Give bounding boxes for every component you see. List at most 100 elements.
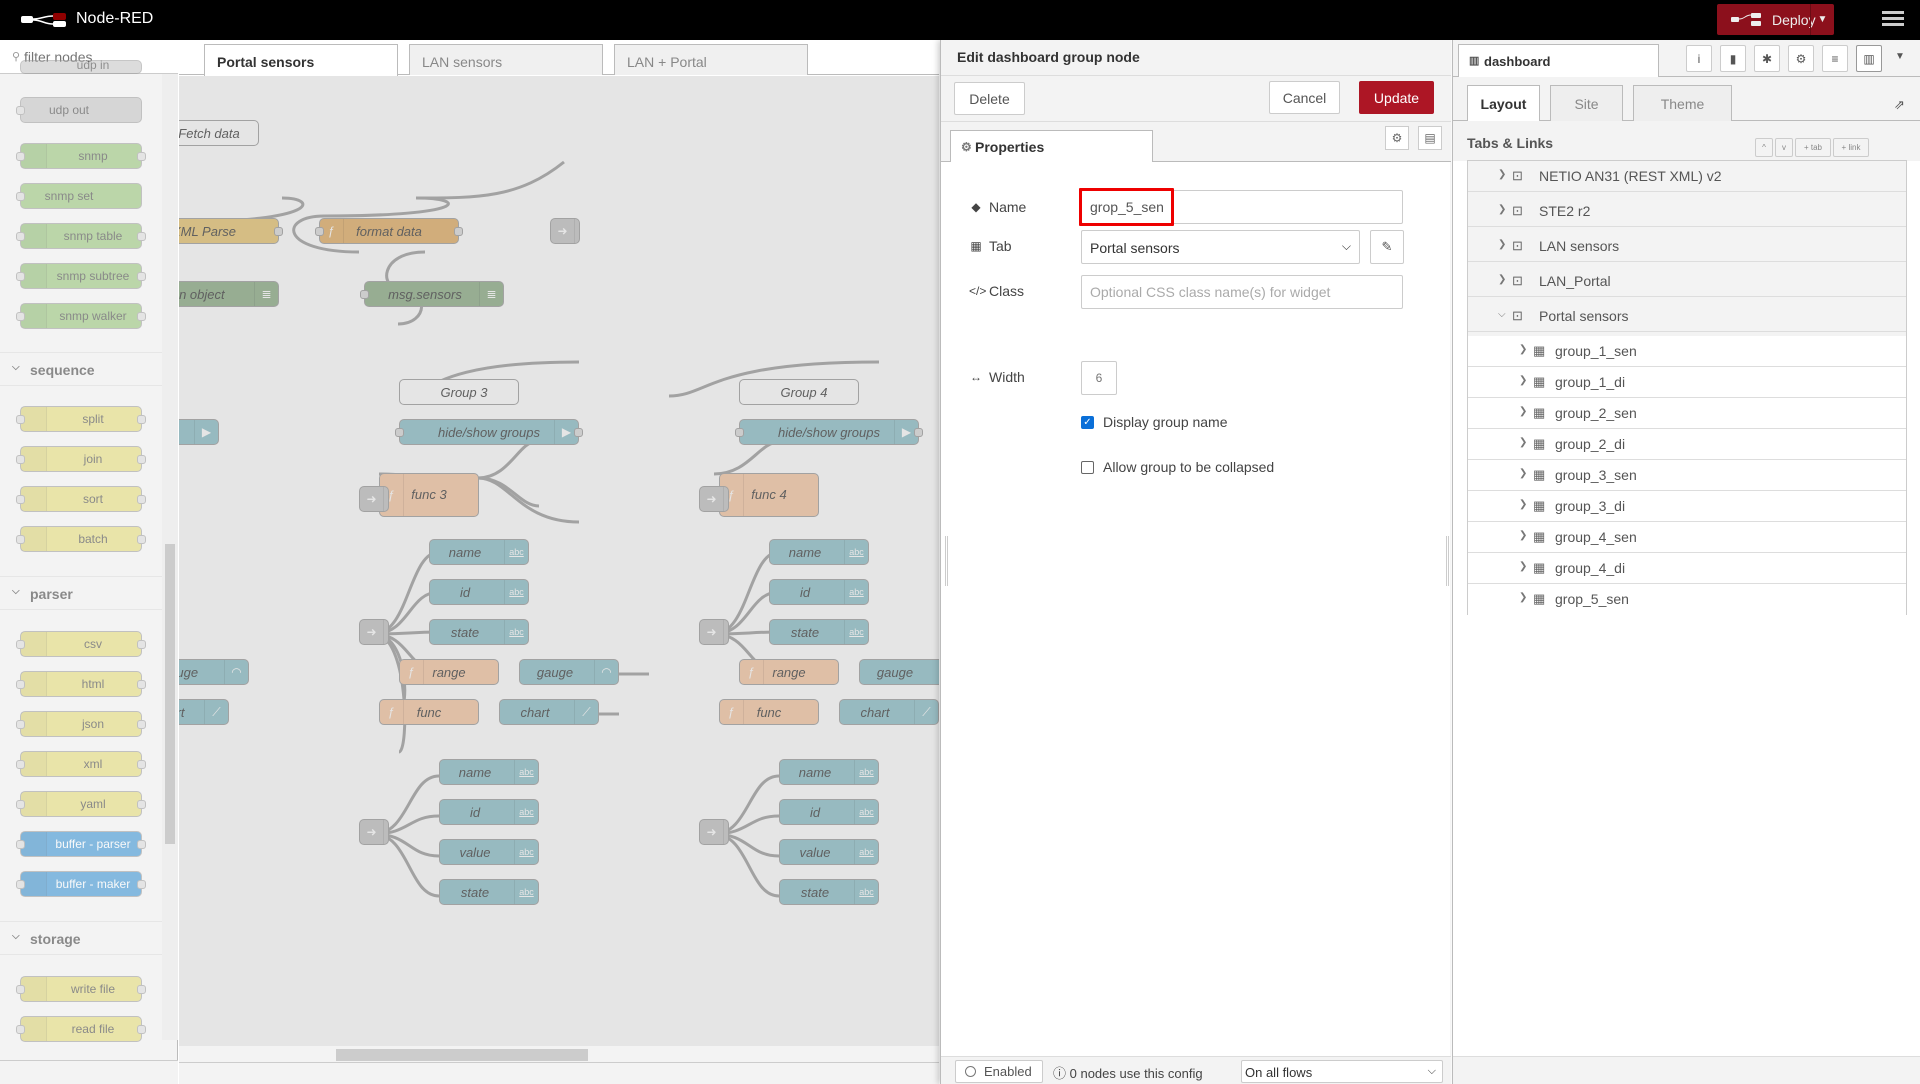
palette-node-snmp-table[interactable]: snmp table	[16, 223, 146, 249]
palette-node-html[interactable]: html	[16, 671, 146, 697]
delete-button[interactable]: Delete	[954, 82, 1025, 115]
tree-group-row[interactable]: ❯ ▦ group_2_di	[1468, 429, 1906, 460]
tab-frame-icon: ⊡	[1512, 273, 1523, 288]
palette-node-snmp-set[interactable]: snmp set	[16, 183, 142, 209]
node-settings-icon[interactable]: ⚙	[1385, 126, 1409, 150]
palette-node-read-file[interactable]: read file	[16, 1016, 146, 1042]
chevron-right-icon: ❯	[1519, 530, 1528, 541]
config-scope-select[interactable]: On all flows ⌵	[1241, 1060, 1443, 1083]
workspace-horizontal-scrollbar[interactable]	[179, 1046, 939, 1062]
name-input[interactable]	[1081, 190, 1403, 224]
subtab-layout[interactable]: Layout	[1467, 85, 1540, 122]
edit-tab-pencil-icon[interactable]: ✎	[1370, 230, 1404, 264]
tree-group-row[interactable]: ❯ ▦ grop_5_sen	[1468, 584, 1906, 615]
allow-collapse-checkbox[interactable]: Allow group to be collapsed	[1081, 459, 1274, 475]
palette-node-batch[interactable]: batch	[16, 526, 146, 552]
tray-resize-handle-right[interactable]	[1446, 536, 1449, 586]
subtab-site[interactable]: Site	[1550, 85, 1623, 121]
arrows-horizontal-icon: ↔	[970, 370, 982, 384]
tray-footer: Enabled ⓘ 0 nodes use this config On all…	[941, 1056, 1451, 1084]
tree-tab-row[interactable]: ❯ ⊡ NETIO AN31 (REST XML) v2	[1468, 161, 1906, 192]
info-icon: ⓘ	[1053, 1066, 1070, 1081]
palette-node-snmp-subtree[interactable]: snmp subtree	[16, 263, 146, 289]
move-down-button[interactable]: v	[1775, 138, 1793, 157]
deploy-dropdown-icon[interactable]: ▼	[1810, 4, 1834, 35]
tree-tab-row[interactable]: ❯ ⊡ LAN_Portal	[1468, 266, 1906, 297]
main-menu-icon[interactable]	[1882, 9, 1904, 31]
palette-node-udp-in[interactable]: udp in	[20, 58, 142, 74]
bug-icon[interactable]: ✱	[1754, 45, 1780, 72]
chevron-right-icon: ❯	[1519, 468, 1528, 479]
tree-group-row[interactable]: ❯ ▦ group_2_sen	[1468, 398, 1906, 429]
palette-node-sort[interactable]: sort	[16, 486, 146, 512]
circle-icon	[965, 1066, 976, 1077]
book-icon[interactable]: ▮	[1720, 45, 1746, 72]
palette-scrollbar[interactable]	[162, 74, 178, 1040]
palette-node-write-file[interactable]: write file	[16, 976, 146, 1002]
chevron-down-icon: ⌵	[12, 362, 20, 373]
palette-node-yaml[interactable]: yaml	[16, 791, 146, 817]
tree-group-row[interactable]: ❯ ▦ group_1_sen	[1468, 336, 1906, 367]
palette-node-split[interactable]: split	[16, 406, 146, 432]
checkbox-icon[interactable]: ✓	[1081, 415, 1094, 429]
checkbox-icon[interactable]	[1081, 460, 1094, 474]
palette-node-buffer-parser[interactable]: buffer - parser	[16, 831, 146, 857]
palette-node-buffer-maker[interactable]: buffer - maker	[16, 871, 146, 897]
tab-portal-sensors[interactable]: Portal sensors	[204, 44, 398, 76]
tree-group-row[interactable]: ❯ ▦ group_4_di	[1468, 553, 1906, 584]
subtab-theme[interactable]: Theme	[1633, 85, 1732, 121]
enabled-toggle-button[interactable]: Enabled	[955, 1060, 1043, 1083]
search-icon: ⚲	[12, 51, 21, 63]
caret-down-icon[interactable]: ▼	[1895, 51, 1905, 62]
node-description-icon[interactable]: ▤	[1418, 126, 1442, 150]
chevron-right-icon: ❯	[1519, 437, 1528, 448]
class-input[interactable]	[1081, 275, 1403, 309]
tree-group-row[interactable]: ❯ ▦ group_3_sen	[1468, 460, 1906, 491]
tag-icon: ◆	[971, 200, 981, 214]
add-tab-button[interactable]: + tab	[1795, 138, 1831, 157]
palette-node-json[interactable]: json	[16, 711, 146, 737]
chevron-right-icon: ❯	[1498, 169, 1507, 180]
bar-chart-icon: ▥	[1469, 55, 1480, 67]
palette-node-csv[interactable]: csv	[16, 631, 146, 657]
bar-chart-icon[interactable]: ▥	[1856, 45, 1882, 72]
node-red-logo-icon	[21, 13, 66, 27]
tree-tab-row[interactable]: ❯ ⊡ LAN sensors	[1468, 231, 1906, 262]
update-button[interactable]: Update	[1359, 81, 1434, 114]
tree-tab-row[interactable]: ❯ ⊡ STE2 r2	[1468, 196, 1906, 227]
palette-node-snmp-walker[interactable]: snmp walker	[16, 303, 146, 329]
properties-form: ◆Name ▦Tab Portal sensors⌵ ✎ </>Class ↔W…	[950, 162, 1442, 1058]
tray-resize-handle[interactable]	[945, 536, 948, 586]
database-icon[interactable]: ≡	[1822, 45, 1848, 72]
chevron-right-icon: ❯	[1519, 375, 1528, 386]
palette-node-join[interactable]: join	[16, 446, 146, 472]
table-icon: ▦	[1533, 591, 1546, 606]
cancel-button[interactable]: Cancel	[1269, 81, 1340, 114]
chevron-down-icon: ⌵	[1427, 1065, 1436, 1077]
palette-category-sequence[interactable]: ⌵ sequence	[0, 352, 162, 386]
tab-lan-portal[interactable]: LAN + Portal	[614, 44, 808, 75]
palette-node-snmp[interactable]: snmp	[16, 143, 146, 169]
add-link-button[interactable]: + link	[1833, 138, 1869, 157]
palette-category-storage[interactable]: ⌵ storage	[0, 921, 162, 955]
external-link-icon[interactable]: ⇗	[1894, 97, 1905, 113]
display-group-name-checkbox[interactable]: ✓ Display group name	[1081, 414, 1228, 430]
tree-group-row[interactable]: ❯ ▦ group_3_di	[1468, 491, 1906, 522]
tab-lan-sensors[interactable]: LAN sensors	[409, 44, 603, 75]
tree-group-row[interactable]: ❯ ▦ group_1_di	[1468, 367, 1906, 398]
tree-group-row[interactable]: ❯ ▦ group_4_sen	[1468, 522, 1906, 553]
move-up-button[interactable]: ^	[1755, 138, 1773, 157]
tab-properties[interactable]: ⚙ Properties	[950, 130, 1153, 163]
tree-tab-row-expanded[interactable]: ⌵ ⊡ Portal sensors	[1468, 301, 1906, 332]
gear-icon[interactable]: ⚙	[1788, 45, 1814, 72]
deploy-button[interactable]: Deploy ▼	[1717, 4, 1834, 35]
chevron-right-icon: ❯	[1498, 274, 1507, 285]
palette-category-parser[interactable]: ⌵ parser	[0, 576, 162, 610]
info-icon[interactable]: i	[1686, 45, 1712, 72]
sidebar-tab-dashboard[interactable]: ▥ dashboard	[1458, 44, 1659, 77]
gear-icon: ⚙	[961, 140, 972, 154]
width-size-button[interactable]: 6	[1081, 361, 1117, 395]
palette-node-xml[interactable]: xml	[16, 751, 146, 777]
palette-node-udp-out[interactable]: udp out	[16, 97, 142, 123]
tab-select[interactable]: Portal sensors ⌵	[1081, 230, 1360, 264]
